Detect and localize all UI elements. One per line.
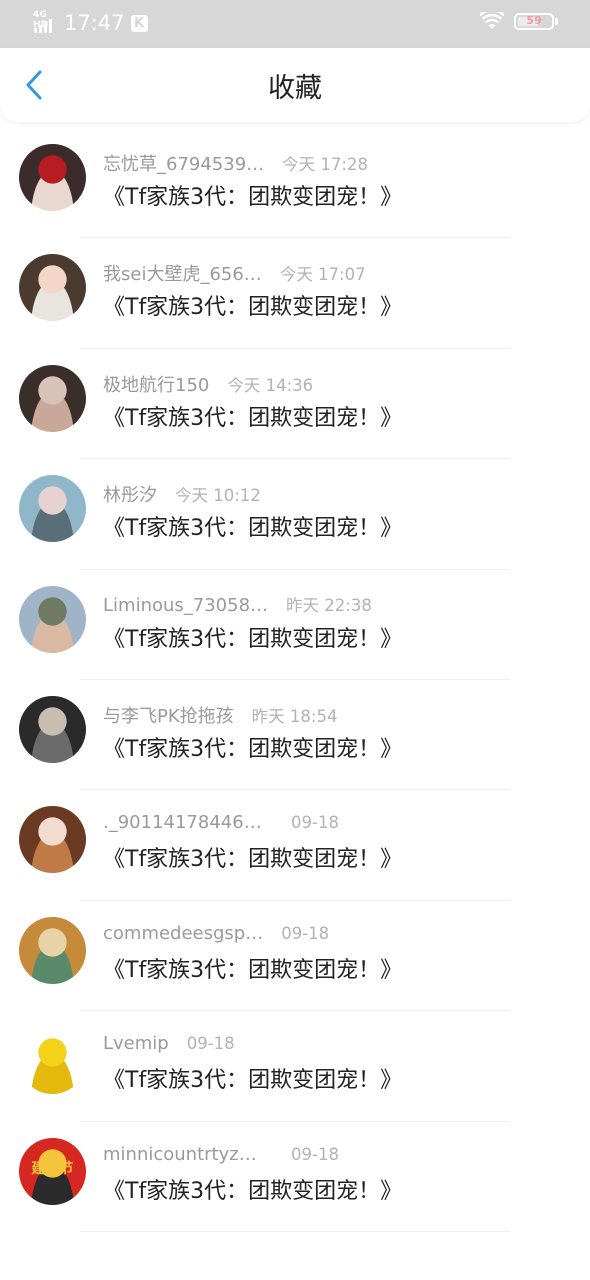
avatar[interactable] <box>19 364 86 432</box>
favorites-list: 忘忧草_6794539… 今天 17:28 《Tf家族3代：团欺变团宠！》 我sei大… <box>0 128 590 1232</box>
avatar[interactable] <box>19 1027 86 1095</box>
book-title[interactable]: 《Tf家族3代：团欺变团宠！》 <box>103 179 402 211</box>
favorite-item[interactable]: 建军节 minnicountrtyzmani 09-18 《Tf家族3代：团欺变团宠！… <box>0 1122 590 1232</box>
favorite-item[interactable]: commedeesgsp… 09-18 《Tf家族3代：团欺变团宠！》 <box>0 901 590 1012</box>
book-title[interactable]: 《Tf家族3代：团欺变团宠！》 <box>103 1173 402 1205</box>
avatar[interactable] <box>19 585 86 653</box>
timestamp: 今天 10:12 <box>175 486 261 506</box>
book-title[interactable]: 《Tf家族3代：团欺变团宠！》 <box>103 510 402 542</box>
favorite-item[interactable]: Lvemip 09-18 《Tf家族3代：团欺变团宠！》 <box>0 1011 590 1122</box>
page-title: 收藏 <box>268 73 322 104</box>
app-header: 收藏 <box>0 48 590 122</box>
status-time: 17:47 <box>64 11 125 35</box>
timestamp: 今天 17:07 <box>279 265 366 285</box>
avatar[interactable] <box>19 475 86 543</box>
avatar[interactable] <box>19 144 86 211</box>
signal-icon: 4G HD <box>32 10 56 36</box>
username: ._901141784465… <box>103 812 273 834</box>
avatar-text: 建军节 <box>31 1160 74 1177</box>
avatar[interactable] <box>19 254 86 322</box>
battery-level: 59 <box>526 13 542 27</box>
book-title[interactable]: 《Tf家族3代：团欺变团宠！》 <box>103 400 402 432</box>
favorite-item[interactable]: 我sei大壁虎_656… 今天 17:07 《Tf家族3代：团欺变团宠！》 <box>0 238 590 349</box>
timestamp: 今天 14:36 <box>227 375 314 395</box>
avatar[interactable] <box>19 916 86 984</box>
book-title[interactable]: 《Tf家族3代：团欺变团宠！》 <box>103 289 402 321</box>
timestamp: 昨天 22:38 <box>286 595 372 615</box>
wifi-icon <box>480 12 504 29</box>
avatar[interactable] <box>19 695 86 763</box>
status-bar: 4G HD 17:47 K 59 <box>0 0 590 48</box>
book-title[interactable]: 《Tf家族3代：团欺变团宠！》 <box>103 952 402 984</box>
timestamp: 09-18 <box>281 923 330 943</box>
favorite-item[interactable]: 林彤汐 今天 10:12 《Tf家族3代：团欺变团宠！》 <box>0 459 590 570</box>
username: 极地航行150 <box>103 374 210 396</box>
timestamp: 昨天 18:54 <box>251 706 338 726</box>
battery-icon: 59 <box>514 12 554 30</box>
book-title[interactable]: 《Tf家族3代：团欺变团宠！》 <box>103 841 402 873</box>
favorite-item[interactable]: 忘忧草_6794539… 今天 17:28 《Tf家族3代：团欺变团宠！》 <box>0 128 590 239</box>
username: 与李飞PK抢拖孩 <box>103 705 234 727</box>
avatar[interactable]: 建军节 <box>19 1137 86 1205</box>
favorite-item[interactable]: 极地航行150 今天 14:36 《Tf家族3代：团欺变团宠！》 <box>0 349 590 460</box>
favorite-item[interactable]: ._901141784465… 09-18 《Tf家族3代：团欺变团宠！》 <box>0 790 590 901</box>
favorite-item[interactable]: 与李飞PK抢拖孩 昨天 18:54 《Tf家族3代：团欺变团宠！》 <box>0 680 590 791</box>
username: Liminous_73058… <box>103 594 269 616</box>
username: Lvemip <box>103 1033 169 1055</box>
username: minnicountrtyzmani <box>103 1143 273 1165</box>
k-app-icon: K <box>130 14 148 32</box>
book-title[interactable]: 《Tf家族3代：团欺变团宠！》 <box>103 621 402 653</box>
divider <box>80 1230 510 1232</box>
timestamp: 09-18 <box>291 813 339 833</box>
username: 我sei大壁虎_656… <box>103 264 262 286</box>
username: 忘忧草_6794539… <box>103 154 265 175</box>
timestamp: 今天 17:28 <box>282 155 368 174</box>
book-title[interactable]: 《Tf家族3代：团欺变团宠！》 <box>103 731 402 763</box>
book-title[interactable]: 《Tf家族3代：团欺变团宠！》 <box>103 1062 402 1094</box>
avatar[interactable] <box>19 806 86 874</box>
username: commedeesgsp… <box>103 922 264 944</box>
timestamp: 09-18 <box>291 1144 339 1164</box>
favorite-item[interactable]: Liminous_73058… 昨天 22:38 《Tf家族3代：团欺变团宠！》 <box>0 570 590 680</box>
timestamp: 09-18 <box>186 1034 235 1054</box>
username: 林彤汐 <box>103 485 157 507</box>
